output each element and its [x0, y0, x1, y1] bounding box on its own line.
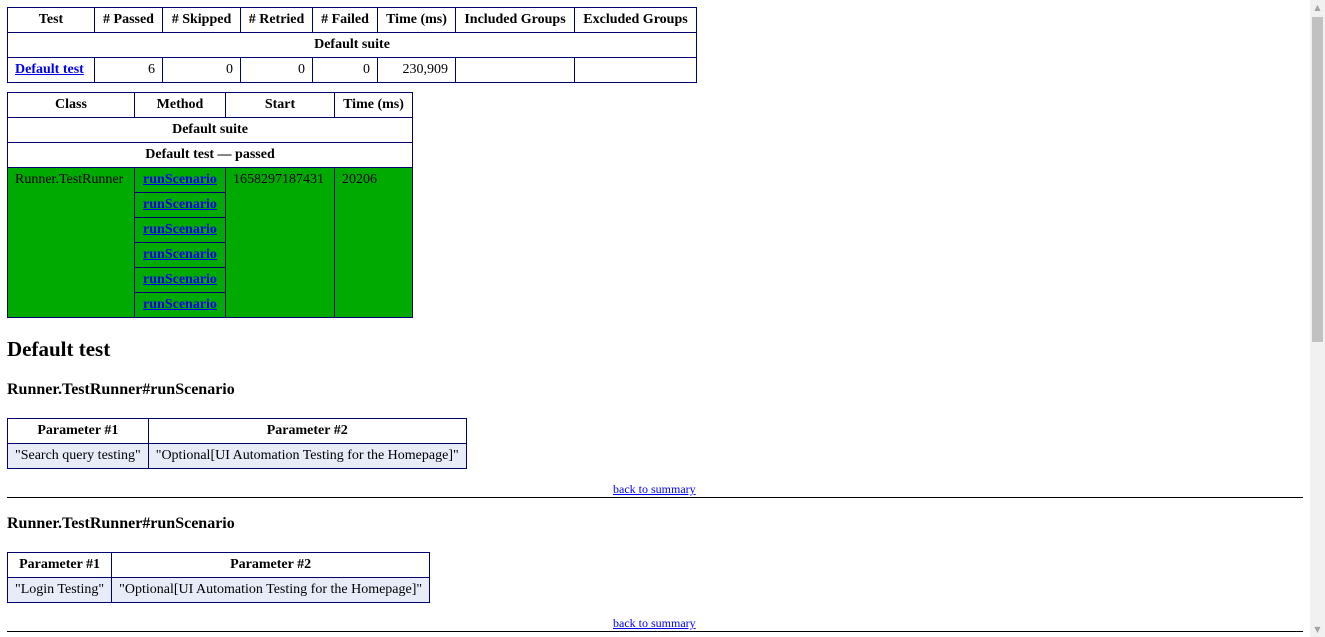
suite-label: Default suite	[7, 117, 413, 143]
suite-label: Default suite	[7, 32, 697, 58]
col-skipped: # Skipped	[162, 7, 241, 33]
method-cell: runScenario	[134, 167, 226, 193]
param-header-row: Parameter #1 Parameter #2	[6, 552, 431, 578]
included-groups-value	[455, 57, 575, 83]
col-parameter-1: Parameter #1	[6, 552, 113, 578]
time-value: 230,909	[377, 57, 456, 83]
test-cell: Default test	[7, 57, 95, 83]
passed-count: 6	[94, 57, 163, 83]
col-start: Start	[225, 92, 335, 118]
report-content: Test # Passed # Skipped # Retried # Fail…	[0, 0, 1310, 637]
summary-header-row: Test # Passed # Skipped # Retried # Fail…	[7, 7, 697, 33]
triangle-down-icon[interactable]: ▼	[1310, 622, 1325, 637]
parameters-table: Parameter #1 Parameter #2 "Search query …	[7, 418, 467, 469]
test-heading: Default test	[7, 337, 111, 361]
col-retried: # Retried	[240, 7, 313, 33]
method-link[interactable]: runScenario	[143, 222, 217, 237]
col-time: Time (ms)	[377, 7, 456, 33]
methods-header-row: Class Method Start Time (ms)	[7, 92, 413, 118]
method-cell: runScenario	[134, 217, 226, 243]
parameter-1-value: "Search query testing"	[7, 443, 149, 469]
method-cell: runScenario	[134, 267, 226, 293]
class-name: Runner.TestRunner	[7, 167, 135, 318]
col-parameter-2: Parameter #2	[111, 552, 431, 578]
method-link[interactable]: runScenario	[143, 197, 217, 212]
methods-suite-row: Default suite	[7, 117, 413, 143]
method-link[interactable]: runScenario	[143, 172, 217, 187]
param-header-row: Parameter #1 Parameter #2	[7, 418, 467, 444]
col-excluded-groups: Excluded Groups	[574, 7, 697, 33]
start-time: 1658297187431	[225, 167, 335, 318]
section-divider	[7, 631, 1303, 632]
parameter-2-value: "Optional[UI Automation Testing for the …	[111, 577, 431, 603]
col-failed: # Failed	[312, 7, 378, 33]
table-row: Runner.TestRunner runScenario 1658297187…	[7, 167, 413, 318]
summary-suite-row: Default suite	[7, 32, 697, 58]
duration: 20206	[334, 167, 413, 318]
section-divider	[7, 497, 1303, 498]
failed-count: 0	[312, 57, 378, 83]
table-row: "Search query testing" "Optional[UI Auto…	[7, 443, 467, 469]
parameter-1-value: "Login Testing"	[6, 577, 113, 603]
method-heading: Runner.TestRunner#runScenario	[7, 515, 235, 532]
methods-table: Class Method Start Time (ms) Default sui…	[7, 92, 413, 318]
method-link[interactable]: runScenario	[143, 247, 217, 262]
col-parameter-2: Parameter #2	[147, 418, 467, 444]
table-row: Default test 6 0 0 0 230,909	[7, 57, 697, 83]
col-included-groups: Included Groups	[455, 7, 575, 33]
col-parameter-1: Parameter #1	[7, 418, 149, 444]
method-cell: runScenario	[134, 192, 226, 218]
scrollbar-thumb[interactable]	[1312, 17, 1323, 342]
method-cell: runScenario	[134, 242, 226, 268]
back-to-summary-link[interactable]: back to summary	[613, 616, 696, 631]
method-heading: Runner.TestRunner#runScenario	[7, 381, 235, 398]
triangle-up-icon[interactable]: ▲	[1310, 0, 1325, 15]
test-status-label: Default test — passed	[7, 142, 413, 168]
methods-test-row: Default test — passed	[7, 142, 413, 168]
col-test: Test	[7, 7, 95, 33]
method-link[interactable]: runScenario	[143, 297, 217, 312]
default-test-link[interactable]: Default test	[15, 62, 84, 77]
col-passed: # Passed	[94, 7, 163, 33]
col-class: Class	[7, 92, 135, 118]
col-method-time: Time (ms)	[334, 92, 413, 118]
parameter-2-value: "Optional[UI Automation Testing for the …	[147, 443, 467, 469]
method-link[interactable]: runScenario	[143, 272, 217, 287]
vertical-scrollbar[interactable]: ▲ ▼	[1310, 0, 1325, 637]
summary-table: Test # Passed # Skipped # Retried # Fail…	[7, 7, 697, 83]
retried-count: 0	[240, 57, 313, 83]
table-row: "Login Testing" "Optional[UI Automation …	[6, 577, 431, 603]
back-to-summary-link[interactable]: back to summary	[613, 482, 696, 497]
method-cell: runScenario	[134, 292, 226, 318]
skipped-count: 0	[162, 57, 241, 83]
col-method: Method	[134, 92, 226, 118]
parameters-table: Parameter #1 Parameter #2 "Login Testing…	[6, 552, 431, 603]
excluded-groups-value	[574, 57, 697, 83]
